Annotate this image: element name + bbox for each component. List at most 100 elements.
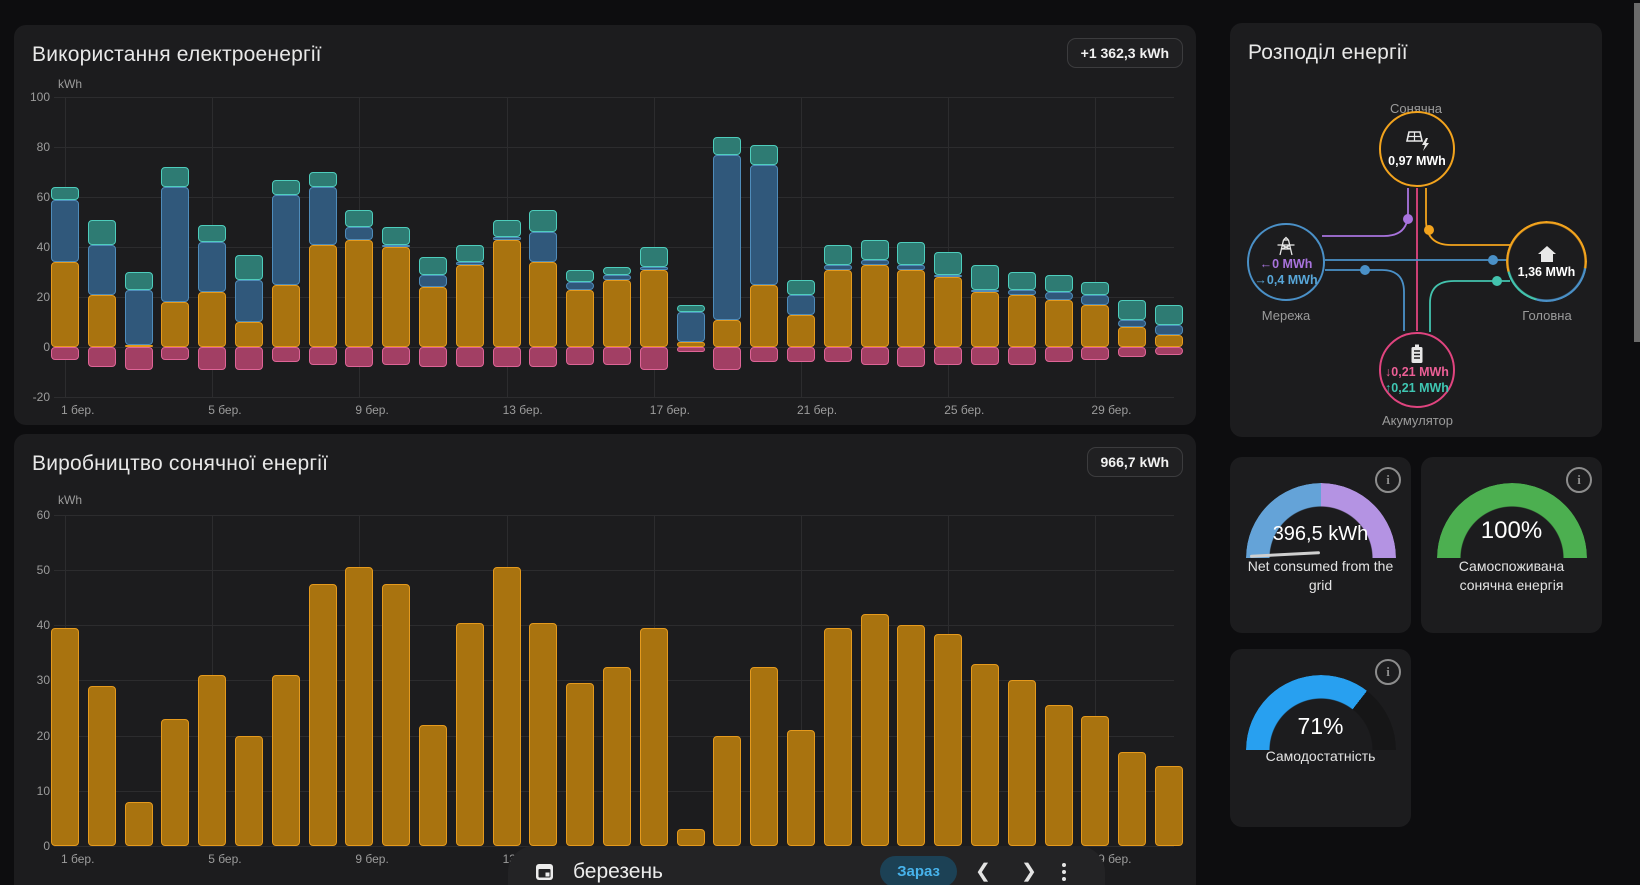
bar-segment[interactable] bbox=[382, 584, 410, 846]
bar-segment[interactable] bbox=[750, 165, 778, 285]
bar-segment[interactable] bbox=[272, 675, 300, 846]
bar-segment[interactable] bbox=[640, 247, 668, 267]
bar-segment[interactable] bbox=[51, 200, 79, 263]
bar-segment[interactable] bbox=[309, 584, 337, 846]
bar-segment[interactable] bbox=[787, 730, 815, 846]
bar-segment[interactable] bbox=[897, 347, 925, 367]
bar-segment[interactable] bbox=[51, 187, 79, 200]
bar-segment[interactable] bbox=[456, 623, 484, 846]
bar-segment[interactable] bbox=[235, 322, 263, 347]
bar-segment[interactable] bbox=[125, 272, 153, 290]
now-button[interactable]: Зараз bbox=[880, 856, 957, 885]
bar-segment[interactable] bbox=[750, 347, 778, 362]
bar-segment[interactable] bbox=[603, 267, 631, 275]
bar-segment[interactable] bbox=[493, 347, 521, 367]
bar-segment[interactable] bbox=[493, 237, 521, 240]
bar-segment[interactable] bbox=[787, 347, 815, 362]
bar-segment[interactable] bbox=[529, 232, 557, 262]
bar-segment[interactable] bbox=[971, 664, 999, 846]
bar-segment[interactable] bbox=[934, 275, 962, 278]
bar-segment[interactable] bbox=[345, 227, 373, 240]
bar-segment[interactable] bbox=[787, 295, 815, 315]
bar-segment[interactable] bbox=[272, 195, 300, 285]
bar-segment[interactable] bbox=[640, 267, 668, 270]
bar-segment[interactable] bbox=[787, 315, 815, 348]
bar-segment[interactable] bbox=[824, 245, 852, 265]
bar-segment[interactable] bbox=[824, 270, 852, 348]
bar-segment[interactable] bbox=[640, 270, 668, 348]
bar-segment[interactable] bbox=[971, 290, 999, 293]
bar-segment[interactable] bbox=[861, 260, 889, 265]
bar-segment[interactable] bbox=[529, 347, 557, 367]
bar-segment[interactable] bbox=[161, 347, 189, 360]
bar-segment[interactable] bbox=[1045, 275, 1073, 293]
bar-segment[interactable] bbox=[419, 257, 447, 275]
bar-segment[interactable] bbox=[272, 347, 300, 362]
bar-segment[interactable] bbox=[713, 320, 741, 348]
bar-segment[interactable] bbox=[382, 245, 410, 248]
bar-segment[interactable] bbox=[566, 282, 594, 290]
bar-segment[interactable] bbox=[198, 675, 226, 846]
bar-segment[interactable] bbox=[493, 220, 521, 238]
bar-segment[interactable] bbox=[1008, 295, 1036, 348]
bar-segment[interactable] bbox=[824, 265, 852, 270]
bar-segment[interactable] bbox=[897, 242, 925, 265]
bar-segment[interactable] bbox=[934, 277, 962, 347]
bar-segment[interactable] bbox=[861, 265, 889, 348]
bar-segment[interactable] bbox=[713, 736, 741, 846]
bar-segment[interactable] bbox=[1008, 680, 1036, 846]
bar-segment[interactable] bbox=[1118, 347, 1146, 357]
bar-segment[interactable] bbox=[603, 280, 631, 348]
bar-segment[interactable] bbox=[1008, 347, 1036, 365]
bar-segment[interactable] bbox=[1081, 347, 1109, 360]
bar-segment[interactable] bbox=[456, 347, 484, 367]
bar-segment[interactable] bbox=[897, 270, 925, 348]
bar-segment[interactable] bbox=[971, 347, 999, 365]
bar-segment[interactable] bbox=[345, 210, 373, 228]
bar-segment[interactable] bbox=[419, 275, 447, 288]
bar-segment[interactable] bbox=[309, 347, 337, 365]
bar-segment[interactable] bbox=[51, 628, 79, 846]
bar-segment[interactable] bbox=[161, 187, 189, 302]
bar-segment[interactable] bbox=[88, 220, 116, 245]
bar-segment[interactable] bbox=[897, 625, 925, 846]
bar-segment[interactable] bbox=[235, 280, 263, 323]
bar-segment[interactable] bbox=[198, 292, 226, 347]
more-options-menu[interactable] bbox=[1049, 860, 1079, 884]
bar-segment[interactable] bbox=[382, 247, 410, 347]
bar-segment[interactable] bbox=[456, 245, 484, 263]
bar-segment[interactable] bbox=[125, 802, 153, 846]
bar-segment[interactable] bbox=[51, 347, 79, 360]
solar-node[interactable]: 0,97 MWh bbox=[1379, 111, 1455, 187]
bar-segment[interactable] bbox=[419, 347, 447, 367]
bar-segment[interactable] bbox=[824, 628, 852, 846]
bar-segment[interactable] bbox=[493, 567, 521, 846]
scrollbar[interactable] bbox=[1634, 3, 1640, 342]
bar-segment[interactable] bbox=[161, 167, 189, 187]
bar-segment[interactable] bbox=[677, 305, 705, 313]
bar-segment[interactable] bbox=[603, 347, 631, 365]
solar-chart[interactable]: 60504030201001 бер.5 бер.9 бер.13 бер.17… bbox=[14, 434, 1196, 885]
home-node[interactable]: 1,36 MWh bbox=[1509, 224, 1584, 299]
bar-segment[interactable] bbox=[1045, 300, 1073, 348]
bar-segment[interactable] bbox=[934, 252, 962, 275]
bar-segment[interactable] bbox=[309, 172, 337, 187]
bar-segment[interactable] bbox=[640, 347, 668, 370]
bar-segment[interactable] bbox=[235, 255, 263, 280]
bar-segment[interactable] bbox=[1118, 752, 1146, 846]
bar-segment[interactable] bbox=[1008, 290, 1036, 295]
bar-segment[interactable] bbox=[125, 347, 153, 370]
bar-segment[interactable] bbox=[1155, 305, 1183, 325]
bar-segment[interactable] bbox=[787, 280, 815, 295]
bar-segment[interactable] bbox=[198, 242, 226, 292]
bar-segment[interactable] bbox=[456, 262, 484, 265]
grid-node[interactable]: ←0 MWh →0,4 MWh bbox=[1247, 223, 1325, 301]
bar-segment[interactable] bbox=[1155, 335, 1183, 348]
bar-segment[interactable] bbox=[934, 347, 962, 365]
bar-segment[interactable] bbox=[272, 180, 300, 195]
bar-segment[interactable] bbox=[1081, 295, 1109, 305]
bar-segment[interactable] bbox=[88, 295, 116, 348]
bar-segment[interactable] bbox=[161, 302, 189, 347]
bar-segment[interactable] bbox=[750, 145, 778, 165]
bar-segment[interactable] bbox=[1155, 766, 1183, 846]
